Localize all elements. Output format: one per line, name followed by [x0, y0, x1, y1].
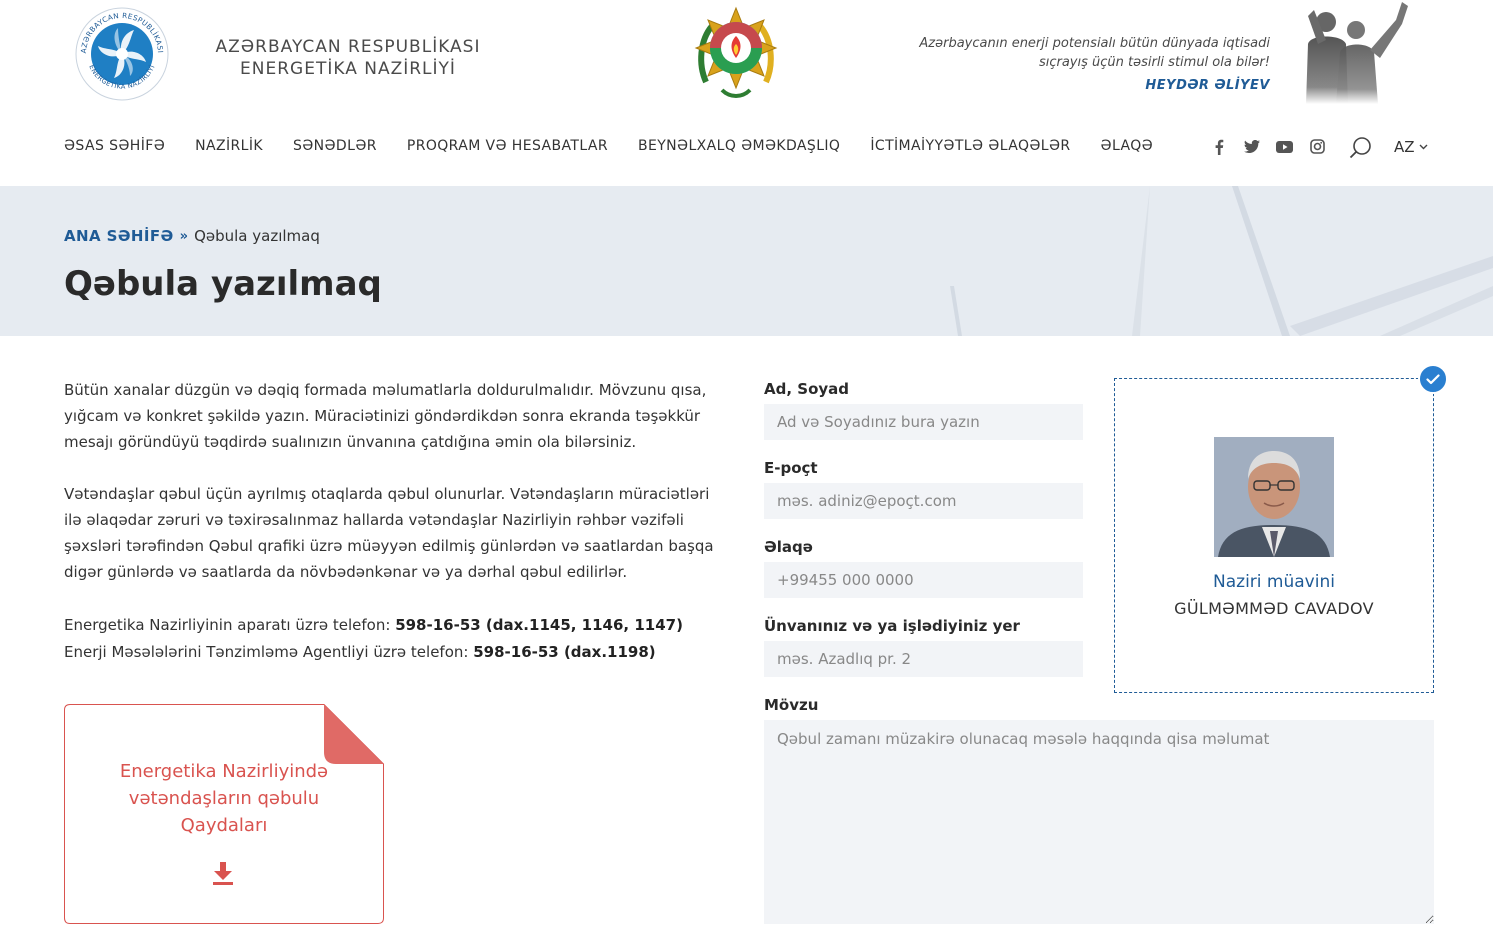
instagram-icon[interactable] — [1309, 138, 1326, 155]
language-label: AZ — [1394, 138, 1415, 156]
rules-document-card[interactable]: Energetika Nazirliyində vətəndaşların qə… — [64, 704, 384, 924]
chevron-down-icon — [1419, 144, 1428, 150]
intro-paragraph-2: Vətəndaşlar qəbul üçün ayrılmış otaqlard… — [64, 485, 714, 581]
page-banner: ANA SƏHİFƏ » Qəbula yazılmaq Qəbula yazı… — [0, 186, 1493, 336]
subject-label: Mövzu — [764, 696, 819, 714]
selected-check-icon — [1418, 364, 1448, 394]
subject-textarea[interactable] — [764, 720, 1434, 924]
breadcrumb-current: Qəbula yazılmaq — [194, 227, 320, 245]
breadcrumb-separator: » — [179, 228, 189, 244]
ministry-logo-icon[interactable]: AZƏRBAYCAN RESPUBLİKASI ENERGETİKA NAZİR… — [74, 6, 170, 102]
phone1-value: 598-16-53 (dax.1145, 1146, 1147) — [395, 616, 683, 634]
official-name: GÜLMƏMMƏD CAVADOV — [1174, 599, 1374, 618]
leaders-portrait-image — [1306, 2, 1408, 104]
name-input[interactable] — [764, 404, 1083, 440]
intro-paragraph-1: Bütün xanalar düzgün və dəqiq formada mə… — [64, 381, 707, 451]
ministry-name-line2: ENERGETİKA NAZİRLİYİ — [240, 59, 456, 79]
phone-label: Əlaqə — [764, 538, 813, 556]
quote-author: HEYDƏR ƏLİYEV — [1145, 78, 1270, 93]
intro-text: Bütün xanalar düzgün və dəqiq formada mə… — [64, 377, 728, 611]
phone1-label: Energetika Nazirliyinin aparatı üzrə tel… — [64, 616, 391, 634]
ministry-name[interactable]: AZƏRBAYCAN RESPUBLİKASI ENERGETİKA NAZİR… — [188, 36, 508, 80]
phone-line-1: Energetika Nazirliyinin aparatı üzrə tel… — [64, 612, 744, 639]
official-select-card[interactable]: Naziri müavini GÜLMƏMMƏD CAVADOV — [1114, 378, 1434, 693]
breadcrumb: ANA SƏHİFƏ » Qəbula yazılmaq — [64, 227, 320, 245]
official-role: Naziri müavini — [1213, 572, 1335, 592]
facebook-icon[interactable] — [1210, 138, 1227, 155]
nav-item-programs-reports[interactable]: PROQRAM VƏ HESABATLAR — [407, 138, 608, 158]
phone2-label: Enerji Məsələlərini Tənzimləmə Agentliyi… — [64, 643, 469, 661]
twitter-icon[interactable] — [1243, 138, 1260, 155]
download-icon[interactable] — [210, 860, 236, 886]
address-input[interactable] — [764, 641, 1083, 677]
breadcrumb-home-link[interactable]: ANA SƏHİFƏ — [64, 227, 174, 245]
site-header: AZƏRBAYCAN RESPUBLİKASI ENERGETİKA NAZİR… — [0, 0, 1493, 186]
state-emblem-icon — [694, 6, 778, 98]
quote-line2: sıçrayış üçün təsirli stimul ola bilər! — [1038, 55, 1270, 70]
language-selector[interactable]: AZ — [1394, 138, 1428, 156]
main-navigation: ƏSAS SƏHİFƏ NAZİRLİK SƏNƏDLƏR PROQRAM VƏ… — [64, 138, 1153, 158]
official-photo — [1214, 437, 1334, 557]
wind-turbine-decoration — [950, 186, 1493, 336]
email-input[interactable] — [764, 483, 1083, 519]
nav-item-international-cooperation[interactable]: BEYNƏLXALQ ƏMƏKDAŞLIQ — [638, 138, 840, 158]
doc-title-line1: Energetika Nazirliyində — [119, 761, 329, 782]
quote-line1: Azərbaycanın enerji potensialı bütün dün… — [919, 36, 1270, 51]
youtube-icon[interactable] — [1276, 138, 1293, 155]
nav-item-contact[interactable]: ƏLAQƏ — [1101, 138, 1154, 158]
address-label: Ünvanınız və ya işlədiyiniz yer — [764, 617, 1020, 635]
nav-item-ministry[interactable]: NAZİRLİK — [195, 138, 263, 158]
social-links — [1210, 138, 1326, 155]
nav-item-documents[interactable]: SƏNƏDLƏR — [293, 138, 377, 158]
nav-item-public-relations[interactable]: İCTİMAİYYƏTLƏ ƏLAQƏLƏR — [870, 138, 1070, 158]
doc-title-line3: Qaydaları — [180, 815, 268, 836]
rules-document-title: Energetika Nazirliyində vətəndaşların qə… — [94, 758, 354, 839]
name-label: Ad, Soyad — [764, 380, 850, 398]
search-icon[interactable] — [1349, 136, 1373, 160]
phone2-value: 598-16-53 (dax.1198) — [473, 643, 656, 661]
page-title: Qəbula yazılmaq — [64, 264, 382, 304]
phone-input[interactable] — [764, 562, 1083, 598]
phone-line-2: Enerji Məsələlərini Tənzimləmə Agentliyi… — [64, 639, 744, 666]
phone-info: Energetika Nazirliyinin aparatı üzrə tel… — [64, 612, 744, 666]
email-label: E-poçt — [764, 459, 818, 477]
nav-item-home[interactable]: ƏSAS SƏHİFƏ — [64, 138, 165, 158]
ministry-name-line1: AZƏRBAYCAN RESPUBLİKASI — [215, 37, 481, 57]
doc-title-line2: vətəndaşların qəbulu — [128, 788, 320, 809]
leader-quote: Azərbaycanın enerji potensialı bütün dün… — [870, 34, 1270, 72]
